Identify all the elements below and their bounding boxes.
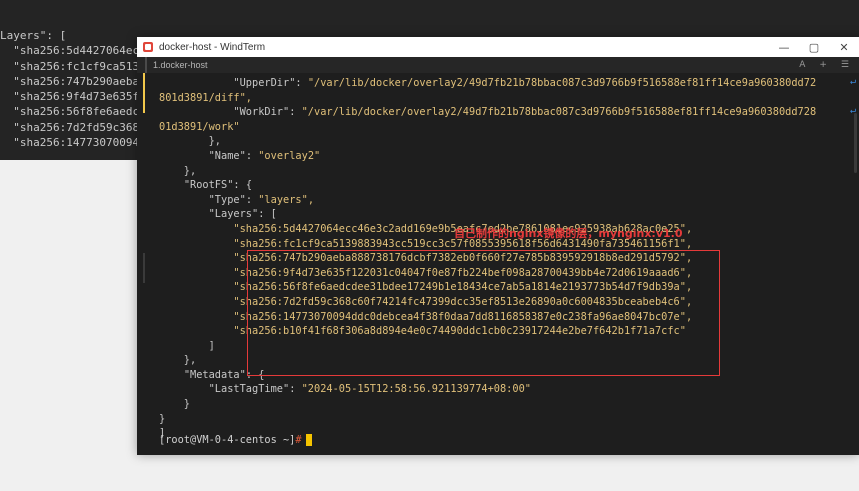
line-prefix <box>159 179 184 191</box>
line-prefix <box>159 311 233 323</box>
line-prefix <box>159 267 233 279</box>
json-value: "/var/lib/docker/overlay2/49d7fb21b78bba… <box>307 77 817 89</box>
json-value: "2024-05-15T12:58:56.921139774+08:00" <box>301 383 531 396</box>
line-prefix <box>159 194 209 206</box>
line-prefix <box>159 325 233 337</box>
close-button[interactable]: ✕ <box>829 37 859 57</box>
tab-docker-host[interactable]: 1.docker-host <box>145 57 214 73</box>
terminal-line: "Layers": [ <box>159 207 816 222</box>
background-line: "sha256:9f4d73e635f1 <box>0 90 146 104</box>
line-prefix <box>159 296 233 308</box>
background-line: Layers": [ <box>0 29 67 42</box>
scrollbar[interactable] <box>854 113 857 173</box>
background-line: "sha256:56f8fe6aedcd <box>0 105 146 119</box>
terminal-line: } <box>159 397 816 412</box>
shell-prompt[interactable]: [root@VM-0-4-centos ~] # <box>159 434 312 446</box>
json-key: "UpperDir" <box>233 77 296 89</box>
line-prefix <box>159 106 233 118</box>
json-separator: : <box>245 193 259 206</box>
line-prefix <box>159 77 233 89</box>
line-prefix <box>159 281 233 293</box>
json-value: "overlay2" <box>258 149 321 162</box>
menu-icon[interactable]: ☰ <box>841 60 849 70</box>
maximize-button[interactable]: ▢ <box>799 37 829 57</box>
terminal-content[interactable]: "UpperDir": "/var/lib/docker/overlay2/49… <box>137 73 859 455</box>
terminal-line: 801d3891/diff", <box>159 91 816 106</box>
line-prefix <box>159 369 184 381</box>
terminal-gutter <box>137 73 151 455</box>
background-terminal-text: Layers": [ "sha256:5d4427064ecc "sha256:… <box>0 28 146 150</box>
annotation-text: 自己制作的nginx镜像的层，mynginx:v1.0 <box>454 227 683 240</box>
line-prefix <box>159 208 209 220</box>
json-key: "LastTagTime" <box>208 383 290 396</box>
gutter-marker <box>143 253 145 283</box>
prompt-symbol: # <box>295 434 302 446</box>
json-separator: : [ <box>258 208 277 221</box>
terminal-line: }, <box>159 134 816 149</box>
windterm-window: docker-host - WindTerm — ▢ ✕ 1.docker-ho… <box>137 37 859 455</box>
line-prefix <box>159 150 209 162</box>
json-separator: : <box>295 77 308 89</box>
json-key: "RootFS" <box>183 179 234 192</box>
tab-bar: 1.docker-host A + ☰ <box>137 57 859 73</box>
line-prefix: ] <box>159 339 215 352</box>
json-value: 01d3891/work" <box>159 120 240 133</box>
background-line: "sha256:747b290aeba8 <box>0 74 146 88</box>
minimize-button[interactable]: — <box>769 37 799 57</box>
add-tab-icon[interactable]: + <box>819 60 827 70</box>
terminal-line: 01d3891/work" <box>159 120 816 135</box>
line-prefix: }, <box>159 164 197 177</box>
json-key: "Type" <box>208 193 246 206</box>
terminal-line: "UpperDir": "/var/lib/docker/overlay2/49… <box>159 76 816 91</box>
json-value: "/var/lib/docker/overlay2/49d7fb21b78bba… <box>301 106 817 119</box>
json-key: "Layers" <box>208 208 259 221</box>
line-prefix: }, <box>159 135 221 148</box>
title-bar[interactable]: docker-host - WindTerm — ▢ ✕ <box>137 37 859 57</box>
line-prefix: } <box>159 412 166 425</box>
line-prefix <box>159 383 209 395</box>
font-size-icon[interactable]: A <box>799 60 805 70</box>
json-value: 801d3891/diff", <box>159 91 252 104</box>
line-prefix <box>159 238 233 250</box>
prompt-text: [root@VM-0-4-centos ~] <box>159 434 296 446</box>
json-separator: : { <box>233 179 253 192</box>
terminal-line: }, <box>159 164 816 179</box>
terminal-line: "Name": "overlay2" <box>159 149 816 164</box>
json-separator: : <box>245 149 259 162</box>
background-line: "sha256:5d4427064ecc <box>0 44 146 58</box>
json-value: "layers", <box>258 193 315 206</box>
json-key: "Name" <box>208 149 246 162</box>
background-line: "sha256:14773070094c <box>0 136 146 150</box>
line-prefix <box>159 223 233 235</box>
terminal-line: "RootFS": { <box>159 178 816 193</box>
terminal-line: } <box>159 412 816 427</box>
json-separator: : <box>289 383 302 396</box>
background-line: "sha256:7d2fd59c368c <box>0 120 146 134</box>
terminal-line: "WorkDir": "/var/lib/docker/overlay2/49d… <box>159 105 816 120</box>
line-prefix: } <box>159 398 190 411</box>
text-cursor <box>305 434 312 446</box>
background-line: "sha256:fc1cf9ca5139 <box>0 59 146 73</box>
highlight-box <box>247 250 720 376</box>
line-wrap-icon: ↵ <box>849 76 856 87</box>
json-separator: : <box>289 106 302 119</box>
tab-bar-actions: A + ☰ <box>799 57 849 73</box>
line-wrap-icon: ↵ <box>849 105 856 117</box>
line-prefix <box>159 252 233 264</box>
json-key: "WorkDir" <box>233 106 290 119</box>
json-key: "Metadata" <box>183 368 246 381</box>
line-prefix: }, <box>159 354 197 367</box>
gutter-marker <box>143 73 145 113</box>
terminal-line: "LastTagTime": "2024-05-15T12:58:56.9211… <box>159 382 816 397</box>
terminal-line: "Type": "layers", <box>159 193 816 208</box>
window-title: docker-host - WindTerm <box>159 41 266 53</box>
windterm-app-icon <box>143 42 153 52</box>
